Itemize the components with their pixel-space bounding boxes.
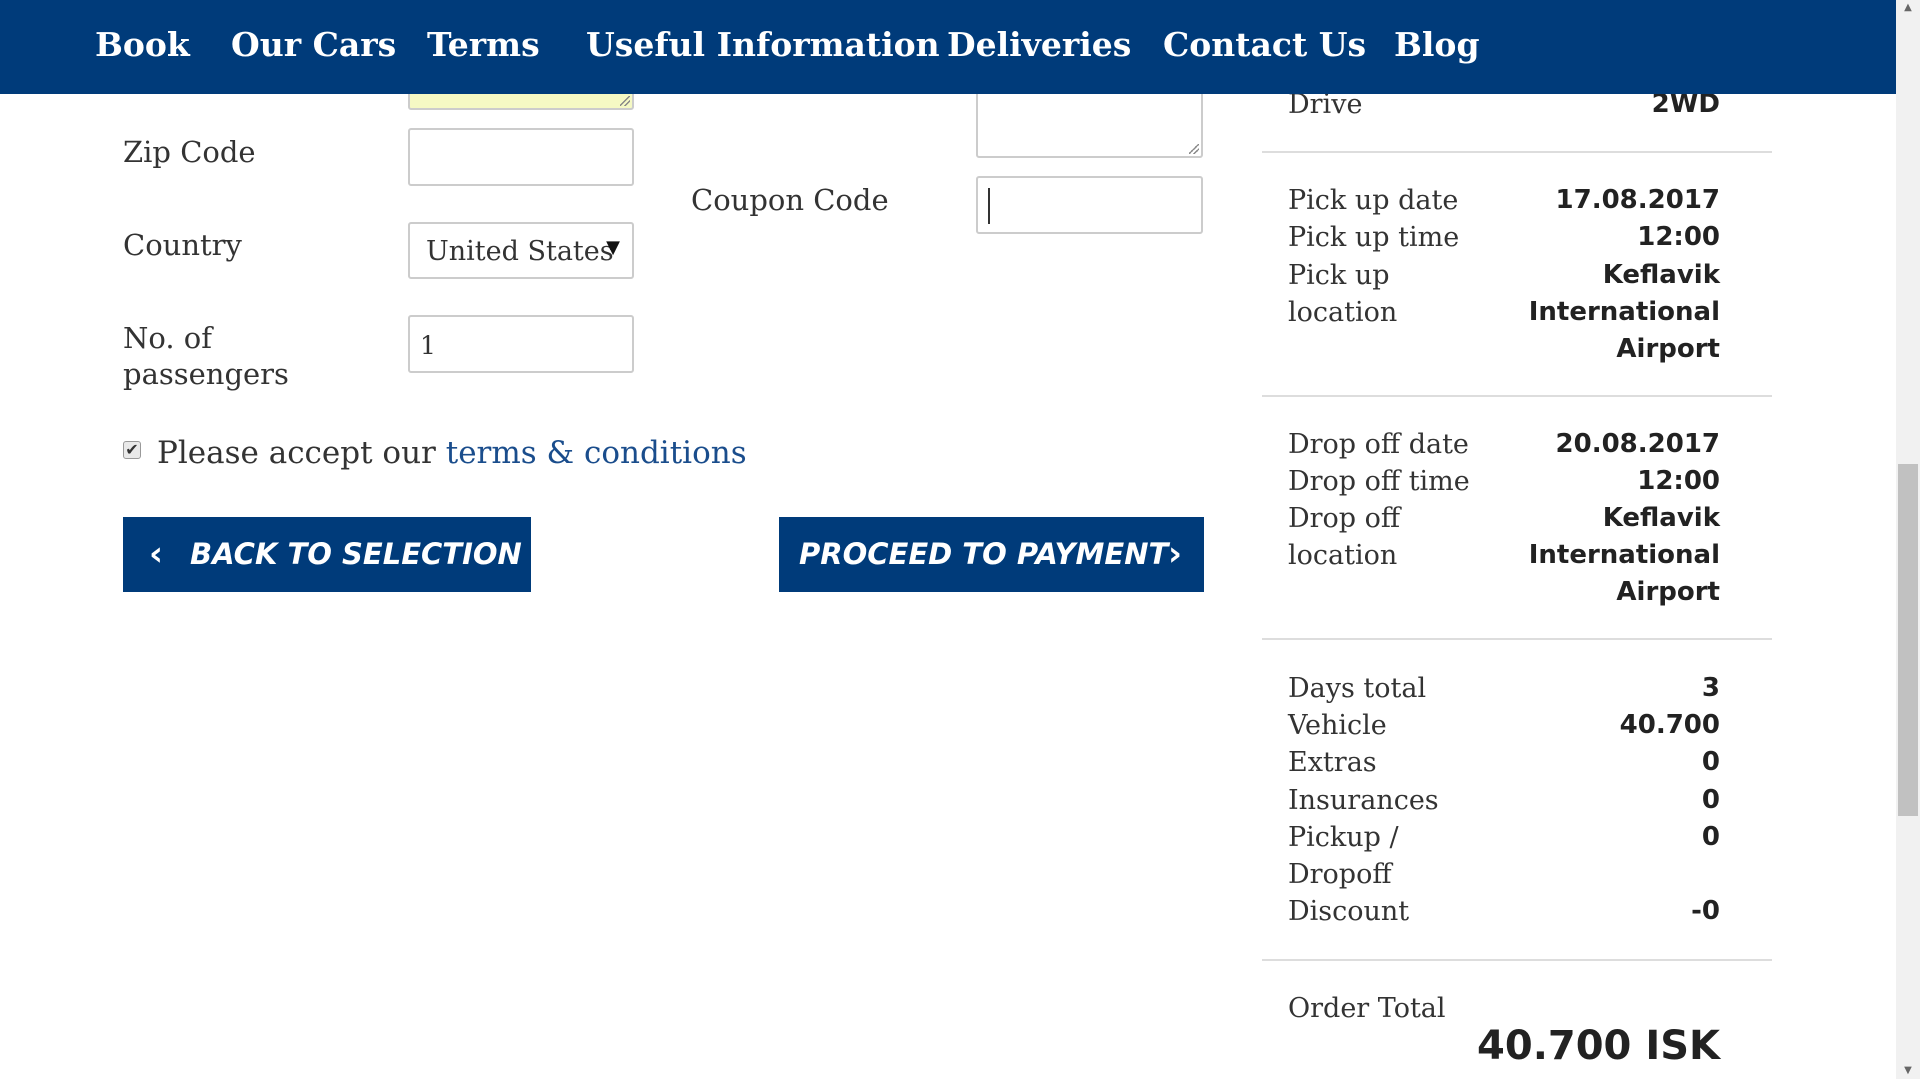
pickup-time-value: 12:00 [1637, 222, 1720, 252]
country-select[interactable]: United States ▼ [408, 222, 634, 279]
passengers-input[interactable]: 1 [408, 315, 634, 373]
dropoff-location-value: Airport [1616, 577, 1720, 607]
passengers-label-line2: passengers [123, 357, 289, 391]
dropdown-arrow-icon: ▼ [606, 237, 620, 258]
text-cursor [988, 188, 990, 224]
pickup-location-label: location [1288, 297, 1398, 328]
divider [1262, 959, 1772, 961]
divider [1262, 395, 1772, 397]
nav-deliveries[interactable]: Deliveries [947, 0, 1131, 90]
passengers-value: 1 [420, 331, 436, 360]
pickup-time-label: Pick up time [1288, 222, 1460, 253]
zip-code-label: Zip Code [123, 135, 256, 169]
country-selected-value: United States [426, 236, 614, 267]
pickup-location-value: Keflavik [1602, 260, 1720, 290]
dropoff-date-label: Drop off date [1288, 429, 1469, 460]
proceed-button-label: PROCEED TO PAYMENT [799, 537, 1169, 571]
order-total-value: 40.700 ISK [1477, 1023, 1720, 1069]
terms-conditions-link[interactable]: terms & conditions [446, 435, 747, 471]
pickup-location-value: Airport [1616, 334, 1720, 364]
insurances-label: Insurances [1288, 785, 1439, 816]
nav-blog[interactable]: Blog [1394, 0, 1480, 90]
nav-useful-information[interactable]: Useful Information [586, 0, 940, 90]
dropoff-location-label: location [1288, 540, 1398, 571]
divider [1262, 638, 1772, 640]
resize-grip-icon[interactable] [620, 96, 630, 106]
nav-our-cars[interactable]: Our Cars [231, 0, 396, 90]
dropoff-time-label: Drop off time [1288, 466, 1470, 497]
discount-value: -0 [1691, 896, 1720, 926]
scroll-up-arrow-icon[interactable]: ▲ [1898, 0, 1918, 16]
coupon-code-label: Coupon Code [691, 183, 889, 217]
pickup-dropoff-label: Pickup / [1288, 822, 1399, 853]
dropoff-date-value: 20.08.2017 [1555, 429, 1720, 459]
coupon-code-input[interactable] [976, 176, 1203, 234]
dropoff-location-value: Keflavik [1602, 503, 1720, 533]
days-total-value: 3 [1701, 673, 1720, 703]
discount-label: Discount [1288, 896, 1410, 927]
divider [1262, 151, 1772, 153]
dropoff-time-value: 12:00 [1637, 466, 1720, 496]
proceed-to-payment-button[interactable]: PROCEED TO PAYMENT › [779, 517, 1204, 592]
terms-acceptance-text: Please accept our [157, 435, 436, 471]
pickup-dropoff-value: 0 [1701, 822, 1720, 852]
days-total-label: Days total [1288, 673, 1427, 704]
nav-book[interactable]: Book [95, 0, 190, 90]
zip-code-input[interactable] [408, 128, 634, 186]
dropoff-location-value: International [1528, 540, 1720, 570]
pickup-location-value: International [1528, 297, 1720, 327]
scroll-down-arrow-icon[interactable]: ▼ [1898, 1063, 1918, 1079]
back-to-selection-button[interactable]: ‹ BACK TO SELECTION [123, 517, 531, 592]
chevron-right-icon: › [1167, 534, 1182, 574]
vehicle-value: 40.700 [1619, 710, 1720, 740]
resize-grip-icon[interactable] [1189, 144, 1199, 154]
country-label: Country [123, 228, 242, 262]
insurances-value: 0 [1701, 785, 1720, 815]
back-button-label: BACK TO SELECTION [190, 537, 522, 571]
page: Book Our Cars Terms Useful Information D… [0, 0, 1896, 1079]
pickup-date-label: Pick up date [1288, 185, 1459, 216]
passengers-label-line1: No. of [123, 321, 212, 355]
vehicle-label: Vehicle [1288, 710, 1387, 741]
top-navigation: Book Our Cars Terms Useful Information D… [0, 0, 1896, 94]
scrollbar-thumb[interactable] [1898, 464, 1918, 816]
order-total-label: Order Total [1288, 993, 1446, 1024]
pickup-location-label: Pick up [1288, 260, 1390, 291]
extras-label: Extras [1288, 747, 1377, 778]
pickup-dropoff-label: Dropoff [1288, 859, 1392, 890]
extras-value: 0 [1701, 747, 1720, 777]
nav-contact-us[interactable]: Contact Us [1163, 0, 1366, 90]
terms-acceptance: Please accept our terms & conditions [157, 434, 747, 472]
terms-checkbox[interactable]: ✔ [123, 441, 141, 459]
chevron-left-icon: ‹ [149, 534, 164, 574]
nav-terms[interactable]: Terms [427, 0, 540, 90]
pickup-date-value: 17.08.2017 [1555, 185, 1720, 215]
dropoff-location-label: Drop off [1288, 503, 1401, 534]
